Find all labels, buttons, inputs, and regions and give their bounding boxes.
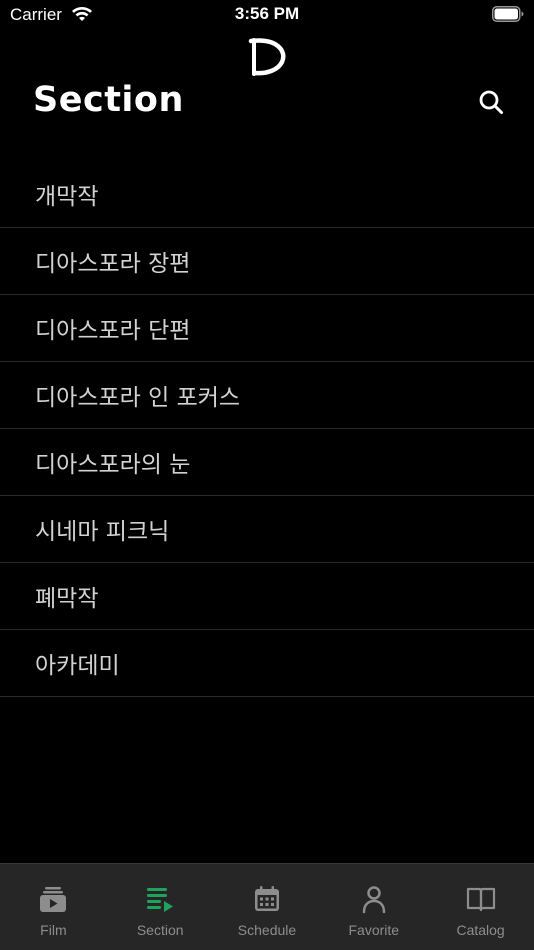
section-item-label: 폐막작 (35, 586, 99, 612)
tab-bar: Film Section Schedule Favorite Catalog (0, 863, 534, 950)
section-item-label: 개막작 (35, 184, 99, 210)
d-logo-icon (248, 38, 286, 76)
tab-schedule[interactable]: Schedule (214, 864, 321, 950)
section-item[interactable]: 시네마 피크닉 (0, 496, 534, 563)
status-bar: Carrier 3:56 PM (0, 0, 534, 30)
film-icon (40, 887, 67, 912)
person-icon (362, 886, 386, 914)
tab-favorite[interactable]: Favorite (320, 864, 427, 950)
tab-label: Schedule (237, 922, 297, 938)
section-list-icon (147, 888, 174, 912)
section-item-label: 디아스포라 인 포커스 (35, 385, 241, 411)
tab-film[interactable]: Film (0, 864, 107, 950)
section-item[interactable]: 개막작 (0, 161, 534, 228)
tab-section[interactable]: Section (107, 864, 214, 950)
section-item[interactable]: 디아스포라 단편 (0, 295, 534, 362)
section-item-label: 디아스포라의 눈 (35, 452, 191, 478)
section-item-label: 시네마 피크닉 (35, 519, 170, 545)
tab-label: Favorite (348, 922, 400, 938)
tab-label: Film (40, 922, 67, 938)
section-item-label: 아카데미 (35, 653, 120, 679)
section-item[interactable]: 폐막작 (0, 563, 534, 630)
section-item-label: 디아스포라 장편 (35, 251, 191, 277)
page-title: Section (33, 80, 184, 120)
section-item[interactable]: 디아스포라 장편 (0, 228, 534, 295)
section-list: 개막작 디아스포라 장편 디아스포라 단편 디아스포라 인 포커스 디아스포라의… (0, 161, 534, 697)
book-icon (466, 887, 495, 912)
tab-catalog[interactable]: Catalog (427, 864, 534, 950)
search-icon[interactable] (478, 89, 504, 115)
tab-label: Section (136, 922, 184, 938)
tab-label: Catalog (456, 922, 505, 938)
section-item[interactable]: 디아스포라 인 포커스 (0, 362, 534, 429)
section-item[interactable]: 디아스포라의 눈 (0, 429, 534, 496)
section-item[interactable]: 아카데미 (0, 630, 534, 697)
status-time: 3:56 PM (234, 4, 300, 23)
section-item-label: 디아스포라 단편 (35, 318, 191, 344)
calendar-icon (254, 886, 279, 911)
battery-icon (492, 6, 524, 22)
